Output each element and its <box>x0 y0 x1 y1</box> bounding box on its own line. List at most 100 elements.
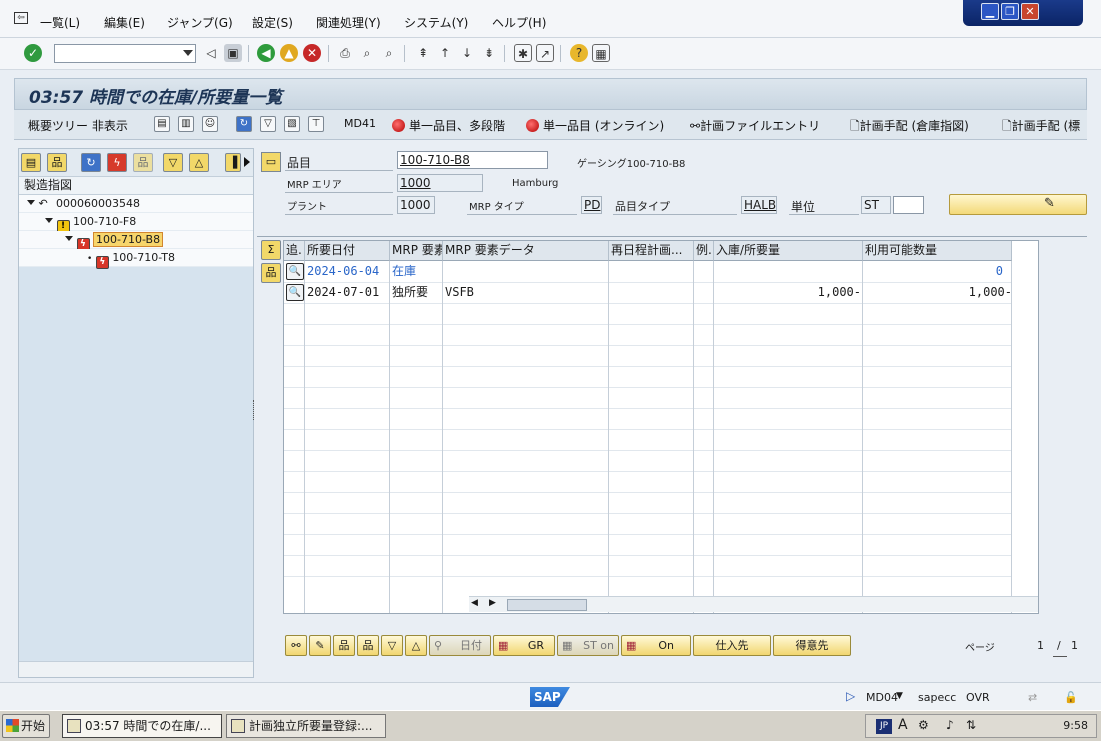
layout-menu-icon[interactable]: ▦ <box>592 44 610 62</box>
document-icon[interactable]: ▤ <box>154 116 170 132</box>
menu-edit[interactable]: 編集(E) <box>104 14 145 31</box>
tree-structure-icon[interactable]: 品 <box>47 153 67 172</box>
tree-node-b8[interactable]: ϟ 100-710-B8 <box>19 231 253 251</box>
find-next-icon[interactable]: ⌕ <box>380 44 398 62</box>
funnel-icon[interactable]: ⊤ <box>308 116 324 132</box>
md41-button[interactable]: MD41 <box>344 117 376 130</box>
lock-icon[interactable]: 🔓 <box>1064 691 1078 704</box>
tray-network-icon[interactable]: ⇅ <box>966 718 976 732</box>
col-header-exception[interactable]: 例. <box>694 241 714 261</box>
next-page-icon[interactable]: ↓ <box>458 44 476 62</box>
shortcut-icon[interactable]: ↗ <box>536 44 554 62</box>
transaction-dropdown-icon[interactable]: ▼ <box>896 691 903 701</box>
tree-collapse-icon[interactable]: △ <box>189 153 209 172</box>
col-header-date[interactable]: 所要日付 <box>305 241 390 261</box>
sum-icon[interactable]: Σ <box>261 240 281 260</box>
tray-tools-icon[interactable]: ⚙ <box>918 718 929 732</box>
single-multilevel-button[interactable]: 単一品目、多段階 <box>392 117 505 134</box>
collapse-left-icon[interactable]: ◁ <box>202 44 220 62</box>
tree-horizontal-scrollbar[interactable] <box>19 661 253 677</box>
back-icon[interactable]: ◀ <box>257 44 275 62</box>
edit-pencil-button[interactable]: ✎ <box>309 635 331 656</box>
input-a-icon[interactable]: A <box>898 717 908 733</box>
single-online-button[interactable]: 単一品目 (オンライン) <box>526 117 664 134</box>
scroll-left-icon[interactable]: ◀ <box>471 598 478 608</box>
col-header-reschedule[interactable]: 再日程計画... <box>609 241 694 261</box>
structure-button[interactable]: 品 <box>333 635 355 656</box>
tree-exception-icon[interactable]: ϟ <box>107 153 127 172</box>
unit-extra-field[interactable] <box>893 196 924 214</box>
restore-button[interactable]: ❐ <box>1001 3 1019 20</box>
tree-node-order[interactable]: ↶ 000060003548 <box>19 195 253 213</box>
last-page-icon[interactable]: ⇟ <box>480 44 498 62</box>
print-icon[interactable]: ⎙ <box>336 44 354 62</box>
cancel-icon[interactable]: ✕ <box>303 44 321 62</box>
col-header-mrp-element[interactable]: MRP 要素 <box>390 241 443 261</box>
vendor-button[interactable]: 仕入先 <box>693 635 771 656</box>
first-page-icon[interactable]: ⇞ <box>414 44 432 62</box>
col-header-receipt-requirement[interactable]: 入庫/所要量 <box>714 241 863 261</box>
ime-indicator[interactable]: JP <box>876 719 892 734</box>
tree-more-icon[interactable]: ▐ <box>225 153 241 172</box>
planning-file-button[interactable]: ⚯計画ファイルエントリ <box>690 117 820 134</box>
refresh-icon[interactable]: ↻ <box>236 116 252 132</box>
col-header-mrp-element-data[interactable]: MRP 要素データ <box>443 241 609 261</box>
enter-icon[interactable]: ✓ <box>24 44 42 62</box>
person-icon[interactable]: ☺ <box>202 116 218 132</box>
collapse-all-button[interactable]: △ <box>405 635 427 656</box>
tree-node-f8[interactable]: ! 100-710-F8 <box>19 213 253 233</box>
document-detail-icon[interactable]: ▥ <box>178 116 194 132</box>
tree-expand-icon[interactable]: ▽ <box>163 153 183 172</box>
date-button[interactable]: ⚲ 日付 <box>429 635 491 656</box>
planning-glasses-button[interactable]: ⚯ <box>285 635 307 656</box>
row-detail-icon[interactable]: 🔍 <box>286 263 304 280</box>
tree-hierarchy-icon[interactable]: 品 <box>133 153 153 172</box>
tree-scroll-right-icon[interactable] <box>244 157 250 167</box>
save-icon[interactable]: ▣ <box>224 44 242 62</box>
details-icon[interactable]: ▧ <box>284 116 300 132</box>
planned-order-standard-button[interactable]: 🗋計画手配 (標 <box>1002 117 1080 138</box>
menu-system[interactable]: システム(Y) <box>404 14 468 31</box>
taskbar-item-pir[interactable]: 計画独立所要量登録:... <box>226 714 386 738</box>
hide-tree-button[interactable]: 概要ツリー 非表示 <box>28 117 128 134</box>
menu-help[interactable]: ヘルプ(H) <box>492 14 546 31</box>
command-field[interactable] <box>54 44 196 63</box>
previous-page-icon[interactable]: ↑ <box>436 44 454 62</box>
start-button[interactable]: 开始 <box>2 714 50 738</box>
hierarchy-icon[interactable]: 品 <box>261 263 281 283</box>
menu-jump[interactable]: ジャンプ(G) <box>167 14 233 31</box>
structure-down-button[interactable]: 品 <box>357 635 379 656</box>
tray-sound-icon[interactable]: ♪ <box>946 718 954 732</box>
row-detail-icon[interactable]: 🔍 <box>286 284 304 301</box>
taskbar-item-mrp-list[interactable]: 03:57 時間での在庫/... <box>62 714 222 738</box>
material-header-icon[interactable]: ▭ <box>261 152 281 172</box>
material-field[interactable]: 100-710-B8 <box>397 151 548 169</box>
planned-order-storage-button[interactable]: 🗋計画手配 (倉庫指図) <box>850 117 969 138</box>
find-icon[interactable]: ⌕ <box>358 44 376 62</box>
scroll-right-icon[interactable]: ▶ <box>489 598 496 608</box>
menu-list[interactable]: 一覧(L) <box>40 14 80 31</box>
clock[interactable]: 9:58 <box>1063 719 1088 732</box>
exit-icon[interactable]: ▲ <box>280 44 298 62</box>
new-session-icon[interactable]: ✱ <box>514 44 532 62</box>
expand-triangle-icon[interactable] <box>27 200 35 205</box>
grid-horizontal-scrollbar[interactable]: ◀ ▶ ◀ <box>469 596 1038 612</box>
col-header-available-qty[interactable]: 利用可能数量 <box>863 241 1012 261</box>
close-button[interactable]: ✕ <box>1021 3 1039 20</box>
chevron-down-icon[interactable] <box>183 50 193 56</box>
tree-refresh-icon[interactable]: ↻ <box>81 153 101 172</box>
st-on-button[interactable]: ▦ ST on <box>557 635 619 656</box>
expand-all-button[interactable]: ▽ <box>381 635 403 656</box>
expand-triangle-icon[interactable] <box>45 218 53 223</box>
window-menu-icon[interactable]: ⇦ <box>14 12 28 24</box>
on-button[interactable]: ▦ On <box>621 635 691 656</box>
customer-button[interactable]: 得意先 <box>773 635 851 656</box>
tree-select-icon[interactable]: ▤ <box>21 153 41 172</box>
edit-button[interactable]: ✎ <box>949 194 1087 215</box>
menu-related[interactable]: 関連処理(Y) <box>316 14 381 31</box>
tree-node-t8[interactable]: • ϟ 100-710-T8 <box>19 249 253 269</box>
scroll-thumb[interactable] <box>507 599 587 611</box>
help-icon[interactable]: ? <box>570 44 588 62</box>
minimize-button[interactable]: ▁ <box>981 3 999 20</box>
col-header-add[interactable]: 追. <box>284 241 305 261</box>
